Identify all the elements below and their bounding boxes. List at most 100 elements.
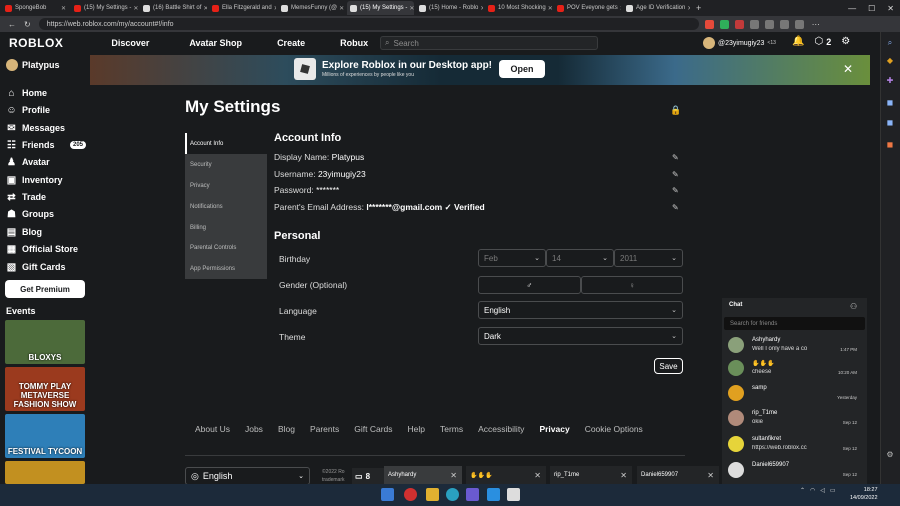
roblox-taskbar-icon[interactable] <box>507 488 520 501</box>
footer-link-blog[interactable]: Blog <box>278 424 295 434</box>
sidebar-settings-icon[interactable]: ⚙ <box>884 450 896 460</box>
refresh-icon[interactable]: ↻ <box>24 20 31 29</box>
event-banner[interactable] <box>5 461 85 484</box>
close-tab-icon[interactable]: ✕ <box>546 5 552 12</box>
sidebar-item-messages[interactable]: ✉ Messages <box>6 121 90 135</box>
gender-female-button[interactable]: ♀ <box>581 276 683 294</box>
robux-icon[interactable]: ⬡ 2 <box>814 36 831 47</box>
close-tab-icon[interactable]: ✕ <box>618 5 621 12</box>
roblox-logo[interactable]: ROBLOX <box>9 36 63 50</box>
footer-language-select[interactable]: ◎ English ⌄ <box>185 467 310 485</box>
collections-icon[interactable] <box>779 19 789 29</box>
chat-conversation[interactable]: rip_T1me okie Sep 12 <box>724 407 865 431</box>
url-field[interactable]: https://web.roblox.com/my/account#!/info <box>38 18 699 30</box>
footer-link-about-us[interactable]: About Us <box>195 424 230 434</box>
more-icon[interactable]: ⋯ <box>812 20 820 29</box>
clock[interactable]: 18:27 14/09/2022 <box>850 486 878 502</box>
nav-create[interactable]: Create <box>277 38 305 48</box>
tab-billing[interactable]: Billing <box>185 217 267 238</box>
browser-tab[interactable]: (15) Home - Roblo ✕ <box>416 1 483 15</box>
sidebar-user[interactable]: Platypus <box>6 59 60 71</box>
browser-tab[interactable]: Age ID Verification ✕ <box>623 1 690 15</box>
edit-icon[interactable]: ✎ <box>672 203 679 212</box>
chat-conversation[interactable]: sultanfikret https://web.roblox.cc Sep 1… <box>724 433 865 457</box>
volume-icon[interactable]: ◁ <box>820 487 825 494</box>
chat-conversation[interactable]: samp Yesterday <box>724 382 865 406</box>
chevron-up-icon[interactable]: ⌃ <box>800 487 805 494</box>
sidebar-item-trade[interactable]: ⇄ Trade <box>6 190 90 204</box>
browser-tab[interactable]: MemesFunny (@ ✕ <box>278 1 345 15</box>
nav-robux[interactable]: Robux <box>340 38 368 48</box>
birth-month-select[interactable]: Feb ⌄ <box>478 249 546 267</box>
lock-icon[interactable]: 🔒 <box>670 105 681 116</box>
footer-link-privacy[interactable]: Privacy <box>539 424 569 434</box>
extension-icon[interactable] <box>704 19 714 29</box>
browser-tab[interactable]: (15) My Settings - ✕ <box>71 1 138 15</box>
chat-window-tab[interactable]: Daniel659907 ✕ <box>637 466 719 484</box>
theme-select[interactable]: Dark ⌄ <box>478 327 683 345</box>
profile-icon[interactable] <box>794 19 804 29</box>
event-banner[interactable]: TOMMY PLAY METAVERSE FASHION SHOW <box>5 367 85 411</box>
footer-link-cookie-options[interactable]: Cookie Options <box>585 424 643 434</box>
sidebar-item-home[interactable]: ⌂ Home <box>6 86 90 100</box>
shopping-icon[interactable]: ◆ <box>884 56 896 66</box>
sidebar-item-inventory[interactable]: ▣ Inventory <box>6 173 90 187</box>
browser-tab[interactable]: (16) Battle Shirt of ✕ <box>140 1 207 15</box>
tab-privacy[interactable]: Privacy <box>185 175 267 196</box>
tab-app-permissions[interactable]: App Permissions <box>185 258 267 279</box>
sidebar-item-blog[interactable]: ▤ Blog <box>6 225 90 239</box>
start-icon[interactable] <box>381 488 394 501</box>
office-icon[interactable]: ◼ <box>884 118 896 128</box>
footer-link-jobs[interactable]: Jobs <box>245 424 263 434</box>
close-tab-icon[interactable]: ✕ <box>407 5 414 12</box>
chat-window-tab[interactable]: rip_T1me ✕ <box>550 466 632 484</box>
chat-toggle[interactable]: ▭ 8 <box>352 468 384 484</box>
maximize-icon[interactable]: ☐ <box>868 4 875 13</box>
header-user[interactable]: @23yimugiy23 <13 <box>703 37 776 49</box>
footer-link-parents[interactable]: Parents <box>310 424 339 434</box>
close-tab-icon[interactable]: ✕ <box>337 5 344 12</box>
event-banner[interactable]: BLOXYS <box>5 320 85 364</box>
edit-icon[interactable]: ✎ <box>672 170 679 179</box>
close-icon[interactable]: ✕ <box>843 62 853 76</box>
sidebar-item-gift-cards[interactable]: ▧ Gift Cards <box>6 260 90 274</box>
edge-icon[interactable] <box>446 488 459 501</box>
extension-icon[interactable] <box>749 19 759 29</box>
nav-discover[interactable]: Discover <box>111 38 149 48</box>
chat-window-tab[interactable]: Ashyhardy ✕ <box>384 466 462 484</box>
back-icon[interactable]: ← <box>8 20 16 29</box>
sidebar-item-profile[interactable]: ☺ Profile <box>6 103 90 117</box>
close-tab-icon[interactable]: ✕ <box>131 5 138 12</box>
footer-link-accessibility[interactable]: Accessibility <box>478 424 524 434</box>
gender-male-button[interactable]: ♂ <box>478 276 581 294</box>
close-icon[interactable]: ✕ <box>707 471 714 480</box>
sidebar-item-groups[interactable]: ☗ Groups <box>6 207 90 221</box>
battery-icon[interactable]: ▭ <box>830 487 836 494</box>
sidebar-item-avatar[interactable]: ♟ Avatar <box>6 155 90 169</box>
new-group-icon[interactable]: ⚇ <box>850 302 857 311</box>
teams-icon[interactable] <box>466 488 479 501</box>
chat-conversation[interactable]: ✋✋✋ cheese 10:20 AM <box>724 357 865 381</box>
browser-tab[interactable]: (15) My Settings - ✕ <box>347 1 414 15</box>
tab-parental-controls[interactable]: Parental Controls <box>185 237 267 258</box>
tab-security[interactable]: Security <box>185 154 267 175</box>
footer-link-terms[interactable]: Terms <box>440 424 463 434</box>
browser-tab[interactable]: Ella Fitzgerald and✕ <box>209 1 276 15</box>
extension-icon[interactable] <box>734 19 744 29</box>
edit-icon[interactable]: ✎ <box>672 186 679 195</box>
birth-year-select[interactable]: 2011 ⌄ <box>614 249 683 267</box>
save-button[interactable]: Save <box>654 358 683 374</box>
event-banner[interactable]: FESTIVAL TYCOON <box>5 414 85 458</box>
footer-link-gift-cards[interactable]: Gift Cards <box>354 424 392 434</box>
close-tab-icon[interactable]: ✕ <box>685 5 690 12</box>
close-tab-icon[interactable]: ✕ <box>272 5 276 12</box>
footer-link-help[interactable]: Help <box>408 424 425 434</box>
tab-account-info[interactable]: Account Info <box>185 133 267 154</box>
search-input[interactable]: ⌕ Search <box>380 36 598 50</box>
close-tab-icon[interactable]: ✕ <box>59 5 66 12</box>
outlook-icon[interactable]: ◼ <box>884 98 896 108</box>
edit-icon[interactable]: ✎ <box>672 153 679 162</box>
new-tab-icon[interactable]: + <box>696 3 701 13</box>
language-select[interactable]: English ⌄ <box>478 301 683 319</box>
notifications-icon[interactable]: 🔔 <box>792 36 804 47</box>
